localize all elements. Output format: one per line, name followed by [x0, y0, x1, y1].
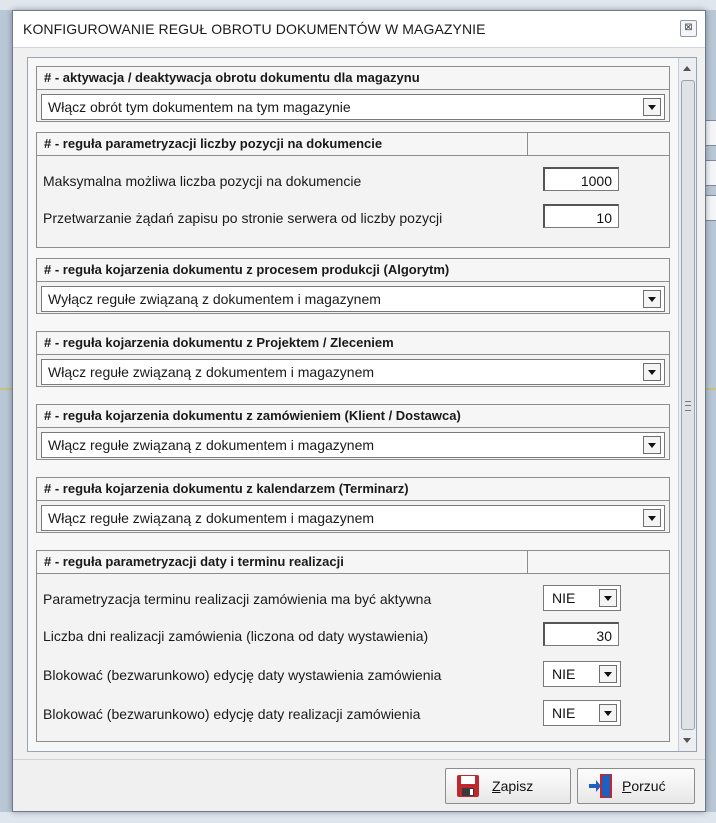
- header-divider: [527, 551, 528, 573]
- background-app-control: [705, 160, 716, 186]
- close-button[interactable]: ⊠: [680, 20, 697, 37]
- days-count-label: Liczba dni realizacji zamówienia (liczon…: [43, 628, 429, 644]
- chevron-down-icon: [648, 370, 656, 375]
- section-positions: # - reguła parametryzacji liczby pozycji…: [36, 132, 670, 248]
- scrollbar-thumb[interactable]: [681, 80, 695, 730]
- lock-realization-date-value: NIE: [552, 705, 576, 721]
- background-app-control: [705, 120, 716, 146]
- deadline-active-value: NIE: [552, 590, 576, 606]
- section-production: # - reguła kojarzenia dokumentu z proces…: [36, 258, 670, 314]
- vertical-scrollbar[interactable]: [678, 58, 696, 751]
- background-app-control: [705, 195, 716, 221]
- activation-select-value: Włącz obrót tym dokumentem na tym magazy…: [48, 99, 351, 115]
- scroll-down-icon[interactable]: [683, 738, 691, 743]
- chevron-down-icon: [648, 105, 656, 110]
- lock-realization-date-dropdown-button[interactable]: [599, 704, 617, 722]
- rules-dialog: KONFIGUROWANIE REGUŁ OBROTU DOKUMENTÓW W…: [12, 10, 706, 812]
- section-dates-title: # - reguła parametryzacji daty i terminu…: [44, 554, 344, 569]
- project-dropdown-button[interactable]: [643, 363, 661, 381]
- scroll-up-icon[interactable]: [683, 66, 691, 71]
- activation-dropdown-button[interactable]: [643, 98, 661, 116]
- calendar-select-value: Włącz regułe związaną z dokumentem i mag…: [48, 510, 375, 526]
- chevron-down-icon: [648, 516, 656, 521]
- section-activation: # - aktywacja / deaktywacja obrotu dokum…: [36, 66, 670, 122]
- production-select-value: Wyłącz regułe związaną z dokumentem i ma…: [48, 291, 381, 307]
- header-divider: [527, 133, 528, 155]
- section-order-header: # - reguła kojarzenia dokumentu z zamówi…: [37, 405, 669, 428]
- section-dates-header: # - reguła parametryzacji daty i terminu…: [37, 551, 669, 574]
- deadline-active-select[interactable]: NIE: [543, 585, 621, 611]
- save-button[interactable]: Zapisz: [445, 768, 571, 804]
- section-calendar-header: # - reguła kojarzenia dokumentu z kalend…: [37, 478, 669, 501]
- lock-issue-date-label: Blokować (bezwarunkowo) edycję daty wyst…: [43, 667, 442, 683]
- background-app-divider: [0, 388, 12, 390]
- order-dropdown-button[interactable]: [643, 436, 661, 454]
- activation-select[interactable]: Włącz obrót tym dokumentem na tym magazy…: [41, 94, 665, 120]
- chevron-down-icon: [604, 596, 612, 601]
- dialog-titlebar: KONFIGUROWANIE REGUŁ OBROTU DOKUMENTÓW W…: [13, 11, 705, 48]
- background-app-top: [0, 0, 716, 10]
- chevron-down-icon: [648, 443, 656, 448]
- max-positions-input[interactable]: 1000: [543, 167, 619, 191]
- chevron-down-icon: [604, 672, 612, 677]
- production-select[interactable]: Wyłącz regułe związaną z dokumentem i ma…: [41, 286, 665, 312]
- section-activation-header: # - aktywacja / deaktywacja obrotu dokum…: [37, 67, 669, 90]
- deadline-active-label: Parametryzacja terminu realizacji zamówi…: [43, 591, 432, 607]
- chevron-down-icon: [648, 297, 656, 302]
- server-processing-input[interactable]: 10: [543, 204, 619, 228]
- background-app-bottom: [0, 812, 716, 823]
- dialog-title: KONFIGUROWANIE REGUŁ OBROTU DOKUMENTÓW W…: [23, 21, 486, 37]
- lock-realization-date-select[interactable]: NIE: [543, 700, 621, 726]
- cancel-label: Porzuć: [622, 778, 666, 794]
- server-processing-label: Przetwarzanie żądań zapisu po stronie se…: [43, 210, 443, 226]
- project-select[interactable]: Włącz regułe związaną z dokumentem i mag…: [41, 359, 665, 385]
- cancel-button[interactable]: Porzuć: [577, 768, 695, 804]
- section-positions-header: # - reguła parametryzacji liczby pozycji…: [37, 133, 669, 156]
- project-select-value: Włącz regułe związaną z dokumentem i mag…: [48, 364, 375, 380]
- dialog-footer: Zapisz Porzuć: [13, 759, 705, 811]
- grip-icon: [685, 401, 691, 411]
- floppy-disk-icon: [457, 775, 479, 797]
- production-dropdown-button[interactable]: [643, 290, 661, 308]
- max-positions-label: Maksymalna możliwa liczba pozycji na dok…: [43, 173, 362, 189]
- order-select-value: Włącz regułe związaną z dokumentem i mag…: [48, 437, 375, 453]
- rules-scroll-area: # - aktywacja / deaktywacja obrotu dokum…: [27, 57, 697, 752]
- calendar-select[interactable]: Włącz regułe związaną z dokumentem i mag…: [41, 505, 665, 531]
- section-project: # - reguła kojarzenia dokumentu z Projek…: [36, 331, 670, 387]
- lock-issue-date-select[interactable]: NIE: [543, 661, 621, 687]
- deadline-active-dropdown-button[interactable]: [599, 589, 617, 607]
- lock-issue-date-value: NIE: [552, 666, 576, 682]
- order-select[interactable]: Włącz regułe związaną z dokumentem i mag…: [41, 432, 665, 458]
- section-dates: # - reguła parametryzacji daty i terminu…: [36, 550, 670, 742]
- close-icon: ⊠: [684, 22, 693, 33]
- section-calendar: # - reguła kojarzenia dokumentu z kalend…: [36, 477, 670, 533]
- section-order: # - reguła kojarzenia dokumentu z zamówi…: [36, 404, 670, 460]
- lock-issue-date-dropdown-button[interactable]: [599, 665, 617, 683]
- chevron-down-icon: [604, 711, 612, 716]
- days-count-input[interactable]: 30: [543, 622, 619, 646]
- calendar-dropdown-button[interactable]: [643, 509, 661, 527]
- section-positions-title: # - reguła parametryzacji liczby pozycji…: [44, 136, 383, 151]
- save-label: Zapisz: [492, 778, 534, 794]
- lock-realization-date-label: Blokować (bezwarunkowo) edycję daty real…: [43, 706, 421, 722]
- section-project-header: # - reguła kojarzenia dokumentu z Projek…: [37, 332, 669, 355]
- section-production-header: # - reguła kojarzenia dokumentu z proces…: [37, 259, 669, 282]
- exit-door-icon: [589, 774, 612, 798]
